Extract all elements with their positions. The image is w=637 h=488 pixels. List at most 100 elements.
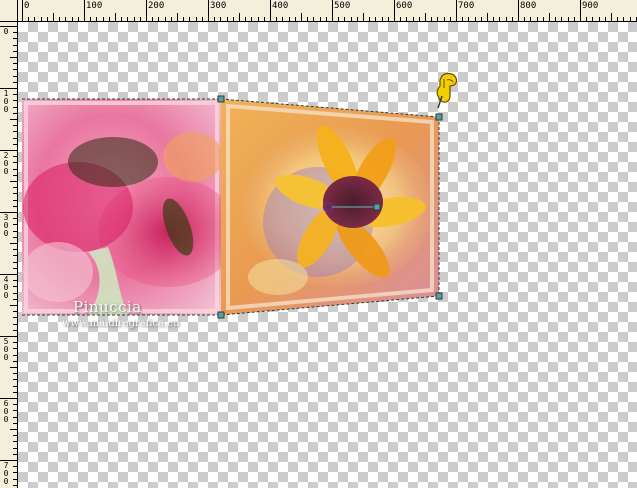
ruler-label: 400 (272, 1, 289, 11)
ruler-tick (195, 17, 197, 21)
ruler-tick (13, 453, 17, 455)
ruler-tick (13, 329, 17, 331)
ruler-tick (567, 17, 569, 21)
ruler-tick (282, 17, 284, 21)
ruler-tick (13, 236, 17, 238)
ruler-label: 2 0 0 (3, 151, 9, 176)
ruler-tick (480, 17, 482, 21)
ruler-tick (90, 17, 92, 21)
ruler-tick (449, 17, 451, 21)
ruler-tick (0, 460, 17, 461)
ruler-tick (10, 367, 17, 368)
ruler-label: 0 (3, 27, 9, 36)
ruler-tick (121, 17, 123, 21)
ruler-tick (456, 0, 457, 21)
ruler-tick (400, 17, 402, 21)
ruler-tick (13, 379, 17, 381)
ruler-tick (418, 17, 420, 21)
ruler-tick (189, 17, 191, 21)
ruler-tick (13, 112, 17, 114)
ruler-tick (629, 17, 631, 21)
ruler-tick (344, 17, 346, 21)
ruler-label: 6 0 0 (3, 399, 9, 424)
ruler-tick (146, 0, 147, 21)
ruler-tick (13, 131, 17, 133)
ruler-tick (13, 373, 17, 375)
ruler-tick (208, 0, 209, 21)
ruler-tick (10, 305, 17, 306)
ruler-tick (505, 17, 507, 21)
ruler-tick (288, 17, 290, 21)
ruler-tick (46, 17, 48, 21)
ruler-tick (307, 17, 309, 21)
ruler-tick (96, 17, 98, 21)
ruler-tick (115, 13, 116, 21)
corner-handle[interactable] (217, 311, 225, 319)
ruler-tick (356, 17, 358, 21)
ruler-tick (592, 17, 594, 21)
image-canvas[interactable]: Pinuccia www.maidiregrafica.eu (18, 22, 637, 488)
ruler-tick (183, 17, 185, 21)
ruler-tick (13, 224, 17, 226)
ruler-label: 4 0 0 (3, 275, 9, 300)
ruler-tick (13, 205, 17, 207)
ruler-tick (13, 249, 17, 251)
ruler-tick (487, 13, 488, 21)
ruler-tick (276, 17, 278, 21)
ruler-tick (0, 274, 17, 275)
ruler-tick (530, 17, 532, 21)
ruler-tick (319, 17, 321, 21)
ruler-tick (77, 17, 79, 21)
ruler-tick (170, 17, 172, 21)
ruler-tick (13, 168, 17, 170)
ruler-tick (13, 435, 17, 437)
corner-handle[interactable] (217, 95, 225, 103)
ruler-tick (71, 17, 73, 21)
ruler-tick (13, 44, 17, 46)
ruler-tick (239, 13, 240, 21)
ruler-tick (604, 17, 606, 21)
ruler-tick (13, 81, 17, 83)
ruler-tick (214, 17, 216, 21)
ruler-tick (59, 17, 61, 21)
ruler-tick (10, 181, 17, 182)
ruler-tick (0, 88, 17, 89)
ruler-tick (13, 348, 17, 350)
ruler-tick (13, 360, 17, 362)
ruler-tick (13, 286, 17, 288)
ruler-tick (13, 174, 17, 176)
ruler-tick (363, 13, 364, 21)
ruler-tick (102, 17, 104, 21)
watermark-name: Pinuccia (73, 298, 142, 316)
ruler-tick (573, 17, 575, 21)
ruler-tick (437, 17, 439, 21)
ruler-tick (13, 106, 17, 108)
ruler-tick (152, 17, 154, 21)
ruler-tick (13, 447, 17, 449)
ruler-tick (226, 17, 228, 21)
ruler-tick (13, 416, 17, 418)
ruler-tick (0, 150, 17, 151)
ruler-tick (542, 17, 544, 21)
corner-handle[interactable] (435, 292, 443, 300)
ruler-tick (0, 26, 17, 27)
corner-handle[interactable] (435, 113, 443, 121)
ruler-tick (13, 156, 17, 158)
ruler-tick (325, 17, 327, 21)
ruler-tick (53, 13, 54, 21)
ruler-tick (443, 17, 445, 21)
ruler-tick (493, 17, 495, 21)
ruler-tick (536, 17, 538, 21)
ruler-tick (13, 410, 17, 412)
ruler-tick (127, 17, 129, 21)
ruler-tick (387, 17, 389, 21)
ruler-tick (13, 391, 17, 393)
ruler-label: 0 (24, 1, 30, 11)
ruler-tick (201, 17, 203, 21)
ruler-tick (164, 17, 166, 21)
ruler-tick (270, 0, 271, 21)
ruler-tick (108, 17, 110, 21)
ruler-tick (13, 280, 17, 282)
ruler-tick (10, 57, 17, 58)
ruler-tick (84, 0, 85, 21)
